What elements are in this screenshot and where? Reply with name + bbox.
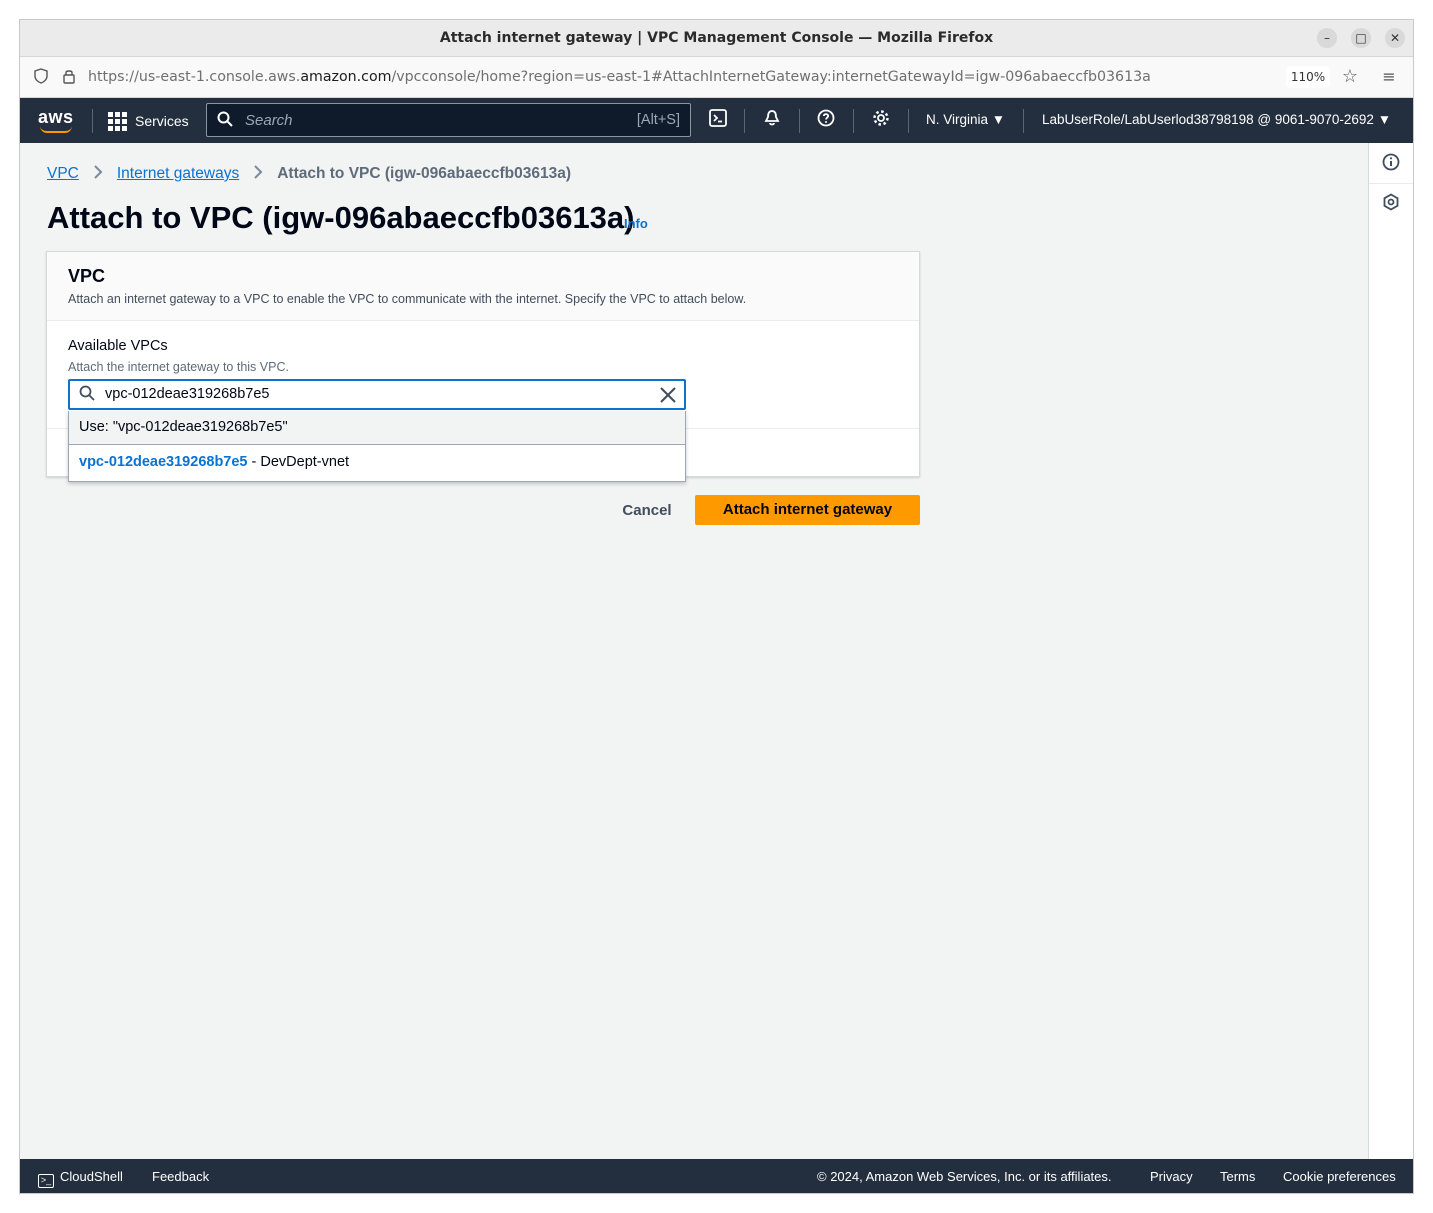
nav-divider bbox=[1023, 109, 1024, 133]
feedback-link[interactable]: Feedback bbox=[152, 1169, 209, 1184]
vpc-option-id: vpc-012deae319268b7e5 bbox=[79, 454, 248, 470]
url-domain: amazon.com bbox=[300, 69, 392, 85]
copyright-text: © 2024, Amazon Web Services, Inc. or its… bbox=[817, 1169, 1112, 1184]
use-value-option[interactable]: Use: "vpc-012deae319268b7e5" bbox=[69, 411, 685, 444]
bell-icon[interactable] bbox=[760, 109, 784, 133]
nav-divider bbox=[853, 109, 854, 133]
console-footer: >_ CloudShell Feedback © 2024, Amazon Web… bbox=[20, 1159, 1413, 1193]
nav-divider bbox=[799, 109, 800, 133]
title-bar: Attach internet gateway | VPC Management… bbox=[20, 20, 1413, 57]
breadcrumb: VPC Internet gateways Attach to VPC (igw… bbox=[47, 164, 571, 184]
search-shortcut: [Alt+S] bbox=[636, 112, 680, 128]
services-label: Services bbox=[135, 113, 189, 129]
resources-icon[interactable] bbox=[1381, 193, 1401, 213]
attach-internet-gateway-button[interactable]: Attach internet gateway bbox=[695, 495, 920, 525]
address-bar: https://us-east-1.console.aws.amazon.com… bbox=[20, 57, 1413, 98]
cancel-button[interactable]: Cancel bbox=[614, 496, 680, 526]
url-field[interactable]: https://us-east-1.console.aws.amazon.com… bbox=[88, 69, 1151, 85]
search-input[interactable]: Search [Alt+S] bbox=[206, 103, 691, 137]
aws-top-nav: aws Services Search [Alt+S] N. Virginia … bbox=[20, 98, 1413, 143]
help-icon[interactable] bbox=[814, 109, 838, 133]
account-menu[interactable]: LabUserRole/LabUserlod38798198 @ 9061-90… bbox=[1042, 112, 1391, 127]
star-icon[interactable]: ☆ bbox=[1341, 68, 1359, 86]
chevron-right-icon bbox=[253, 164, 263, 184]
panel-description: Attach an internet gateway to a VPC to e… bbox=[68, 292, 747, 306]
tools-rail bbox=[1368, 143, 1413, 1159]
vpc-dropdown: Use: "vpc-012deae319268b7e5" vpc-012deae… bbox=[68, 411, 686, 482]
panel-heading: VPC bbox=[68, 266, 106, 286]
page-title: Attach to VPC (igw-096abaeccfb03613a) bbox=[47, 200, 635, 235]
close-window-button[interactable]: ✕ bbox=[1385, 28, 1405, 48]
aws-logo[interactable]: aws bbox=[38, 107, 76, 133]
rail-divider bbox=[1369, 183, 1413, 184]
vpc-combobox[interactable] bbox=[68, 379, 686, 410]
window-title: Attach internet gateway | VPC Management… bbox=[439, 30, 994, 46]
vpc-option[interactable]: vpc-012deae319268b7e5 - DevDept-vnet bbox=[69, 444, 685, 481]
clear-icon[interactable] bbox=[658, 382, 678, 410]
cloudshell-footer-button[interactable]: >_ CloudShell bbox=[38, 1169, 123, 1188]
url-suffix: /vpcconsole/home?region=us-east-1#Attach… bbox=[391, 69, 1151, 85]
breadcrumb-current: Attach to VPC (igw-096abaeccfb03613a) bbox=[277, 165, 571, 182]
search-placeholder: Search bbox=[245, 112, 293, 129]
vpc-option-name: - DevDept-vnet bbox=[247, 454, 350, 470]
nav-divider bbox=[908, 109, 909, 133]
lock-icon[interactable] bbox=[60, 68, 78, 86]
search-icon bbox=[79, 385, 95, 405]
info-circle-icon[interactable] bbox=[1381, 153, 1401, 173]
privacy-link[interactable]: Privacy bbox=[1150, 1169, 1193, 1184]
gear-icon[interactable] bbox=[869, 109, 893, 133]
region-selector[interactable]: N. Virginia ▼ bbox=[926, 112, 1005, 127]
zoom-level[interactable]: 110% bbox=[1286, 66, 1330, 88]
panel-header: VPC Attach an internet gateway to a VPC … bbox=[47, 252, 919, 321]
cloudshell-icon: >_ bbox=[38, 1174, 54, 1188]
maximize-button[interactable]: □ bbox=[1351, 28, 1371, 48]
shield-icon[interactable] bbox=[32, 68, 50, 86]
url-prefix: https://us-east-1.console.aws. bbox=[88, 69, 301, 85]
services-menu[interactable]: Services bbox=[108, 109, 189, 133]
info-link[interactable]: Info bbox=[624, 216, 648, 231]
grid-icon bbox=[108, 111, 127, 131]
hamburger-menu-icon[interactable]: ≡ bbox=[1380, 68, 1398, 86]
search-icon bbox=[217, 111, 233, 131]
aws-smile-icon bbox=[40, 126, 72, 133]
vpc-search-input[interactable] bbox=[105, 386, 645, 402]
nav-divider bbox=[744, 109, 745, 133]
breadcrumb-vpc[interactable]: VPC bbox=[47, 165, 79, 183]
browser-window: Attach internet gateway | VPC Management… bbox=[19, 19, 1414, 1194]
cloudshell-label: CloudShell bbox=[60, 1169, 123, 1184]
terms-link[interactable]: Terms bbox=[1220, 1169, 1255, 1184]
field-description: Attach the internet gateway to this VPC. bbox=[68, 360, 289, 374]
breadcrumb-internet-gateways[interactable]: Internet gateways bbox=[117, 165, 239, 183]
aws-logo-text: aws bbox=[38, 107, 74, 127]
cloudshell-icon[interactable] bbox=[706, 109, 730, 133]
nav-divider bbox=[92, 109, 93, 133]
cookie-preferences-link[interactable]: Cookie preferences bbox=[1283, 1169, 1396, 1184]
minimize-button[interactable]: – bbox=[1317, 28, 1337, 48]
chevron-right-icon bbox=[93, 164, 103, 184]
field-label: Available VPCs bbox=[68, 338, 168, 354]
